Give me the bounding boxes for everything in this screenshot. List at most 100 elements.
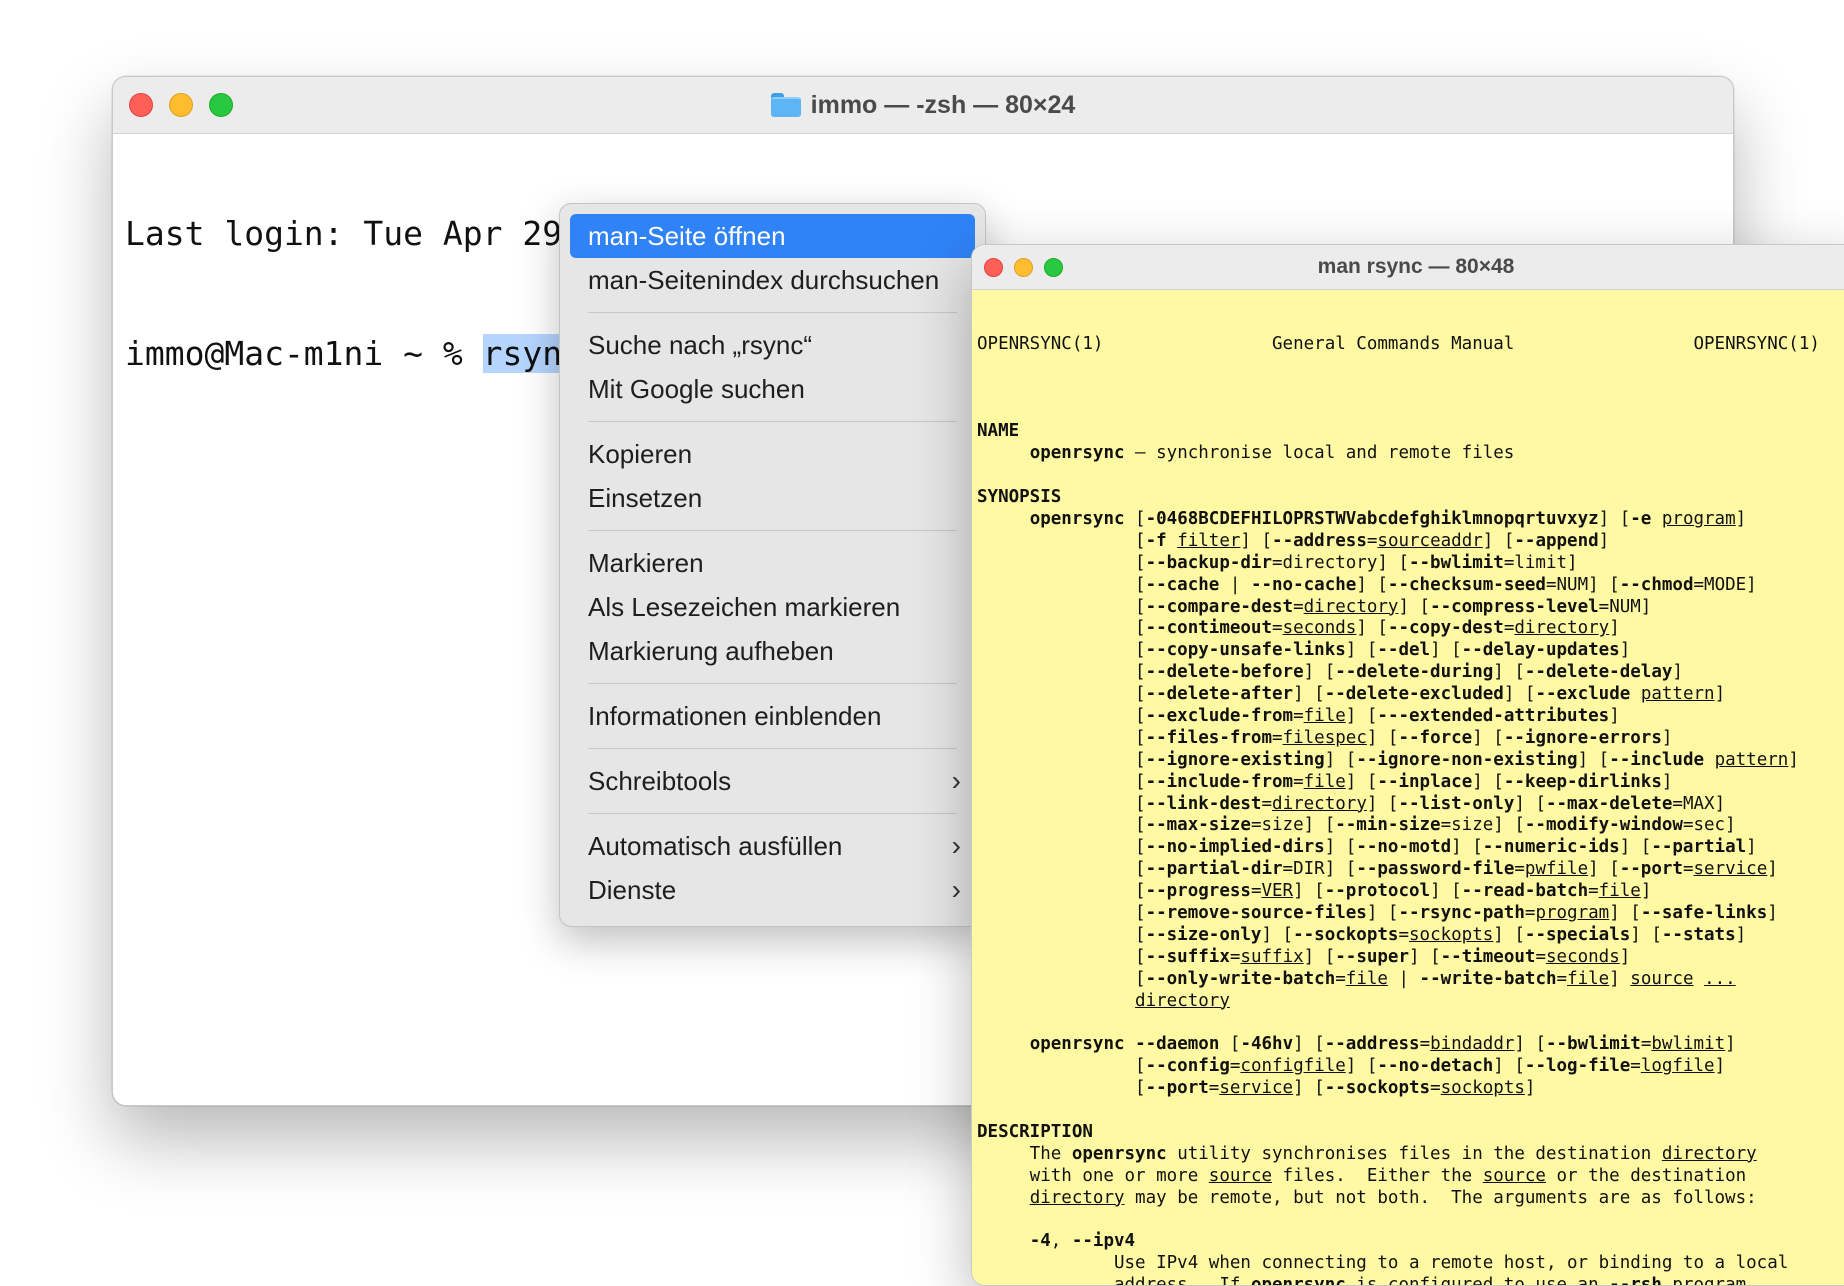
man-underlined-text: filter [1177,530,1241,551]
menu-item[interactable]: Kopieren [570,432,975,476]
man-text: ] [ [1366,727,1399,748]
man-text: ] [ [1261,924,1294,945]
man-text: ] [1640,881,1652,902]
man-line: [--suffix=suffix] [--super] [--timeout=s… [977,947,1844,969]
man-bold-text: --partial-dir [1145,859,1283,880]
man-bold-text: --link-dest [1145,793,1262,814]
man-text: ] [ [1493,924,1525,945]
terminal-titlebar[interactable]: immo — -zsh — 80×24 [113,77,1733,134]
man-header: OPENRSYNC(1) General Commands Manual OPE… [977,334,1844,356]
man-line [977,1012,1844,1034]
man-titlebar[interactable]: man rsync — 80×48 [972,245,1844,290]
man-text: Use IPv4 when connecting to a remote hos… [977,1253,1789,1274]
man-bold-text: --delay-updates [1461,640,1620,661]
menu-item[interactable]: Markierung aufheben [570,629,975,673]
window-controls [129,77,233,133]
menu-item[interactable]: man-Seitenindex durchsuchen [570,258,975,302]
man-underlined-text: file [1303,705,1346,726]
man-text: ] [ [1345,640,1378,661]
man-bold-text: --max-delete [1545,793,1673,814]
menu-item[interactable]: Automatisch ausfüllen › [570,824,975,868]
man-underlined-text: source [1482,1165,1546,1186]
man-text: ] [1714,1056,1726,1077]
man-text: = [1514,859,1525,880]
man-bold-text: --backup-dir [1145,552,1273,573]
menu-item-label: man-Seitenindex durchsuchen [588,265,940,295]
zoom-button[interactable] [209,93,233,117]
man-text [1694,969,1705,989]
man-text: =MAX] [1672,793,1726,814]
menu-item[interactable]: Markieren [570,541,975,585]
man-text: [ [977,618,1146,639]
man-underlined-text: seconds [1282,618,1357,639]
man-text: = [1272,727,1283,748]
man-bold-text: --config [1145,1056,1230,1077]
minimize-button[interactable] [169,93,193,117]
man-underlined-text: file [1345,968,1388,989]
man-text: ] [1609,968,1631,989]
man-text: =size] [ [1440,815,1525,836]
man-text: ] [ [1345,705,1378,726]
man-bold-text: --append [1514,530,1599,551]
menu-item[interactable]: Informationen einblenden [570,694,975,738]
man-text: program [1661,1275,1747,1286]
man-text: ] [ [1356,618,1388,639]
menu-item[interactable]: Mit Google suchen [570,367,975,411]
close-button[interactable] [129,93,153,117]
man-text: = [1524,903,1536,923]
man-line: [--remove-source-files] [--rsync-path=pr… [977,903,1844,925]
man-text: [ [977,946,1146,967]
menu-separator [588,530,957,531]
man-text: =size] [ [1250,815,1336,836]
man-text: ] [ [1514,1034,1547,1055]
man-text [1704,750,1715,770]
man-text: = [1398,924,1409,945]
man-bold-text: --min-size [1335,815,1441,836]
man-text: ] [ [1293,684,1325,705]
man-underlined-text: configfile [1240,1056,1346,1077]
man-text [977,991,1135,1011]
man-underlined-text: pattern [1714,749,1789,770]
man-bold-text: --only-write-batch [1145,968,1336,989]
man-text [977,509,1030,529]
man-line: [--link-dest=directory] [--list-only] [-… [977,794,1844,816]
man-text: | [1387,968,1420,989]
man-page-window[interactable]: man rsync — 80×48 OPENRSYNC(1) General C… [971,244,1844,1286]
man-text: [ [977,596,1146,617]
menu-item[interactable]: man-Seite öffnen [570,214,975,258]
man-text: | [1219,574,1251,595]
man-line: [--partial-dir=DIR] [--password-file=pwf… [977,859,1844,881]
man-text [977,443,1030,463]
menu-item[interactable]: Einsetzen [570,476,975,520]
man-line: with one or more source files. Either th… [977,1166,1844,1188]
man-line: [--compare-dest=directory] [--compress-l… [977,597,1844,619]
man-bold-text: --write-batch [1419,968,1557,989]
man-line: SYNOPSIS [977,487,1844,509]
menu-item[interactable]: Suche nach „rsync“ [570,323,975,367]
man-text: ] [1598,530,1610,551]
man-bold-text: --password-file [1356,859,1515,880]
man-page-content[interactable]: OPENRSYNC(1) General Commands Manual OPE… [972,290,1844,1286]
man-line [977,1209,1844,1231]
man-underlined-text: program [1535,903,1610,923]
man-bold-text: --exclude-from [1145,705,1294,726]
man-bold-text: --rsh [1609,1275,1662,1286]
man-line: [--progress=VER] [--protocol] [--read-ba… [977,881,1844,903]
man-text: [ [977,771,1146,792]
man-text: ] [ [1409,946,1441,967]
man-text: = [1366,530,1378,551]
man-title: man rsync — 80×48 [1317,255,1515,278]
menu-item[interactable]: Dienste › [570,868,975,912]
man-text: [ [977,837,1146,858]
menu-item-label: Markierung aufheben [588,636,834,666]
man-bold-text: --copy-unsafe-links [1145,640,1346,661]
man-bold-text: --files-from [1145,727,1273,748]
menu-item[interactable]: Schreibtools › [570,759,975,803]
man-text: = [1682,859,1694,880]
man-bold-text: --checksum-seed [1387,574,1546,595]
man-line: [--delete-before] [--delete-during] [--d… [977,662,1844,684]
man-bold-text: --ignore-non-existing [1356,749,1578,770]
menu-item[interactable]: Als Lesezeichen markieren [570,585,975,629]
man-text: ] [1746,837,1757,858]
context-menu[interactable]: man-Seite öffnen man-Seitenindex durchsuc… [559,203,986,927]
